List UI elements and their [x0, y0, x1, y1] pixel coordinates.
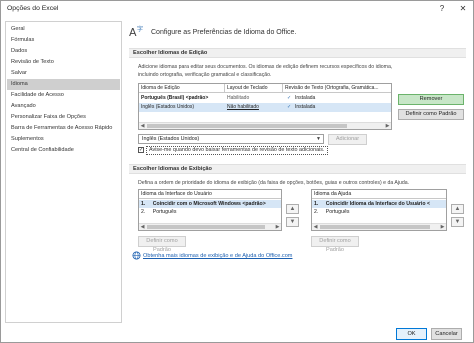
- language-icon: A 字: [129, 25, 143, 39]
- help-list-header: Idioma da Ajuda: [312, 190, 446, 199]
- scroll-right-icon[interactable]: ▶: [384, 123, 391, 129]
- help-move-down-button[interactable]: ▼: [451, 217, 464, 227]
- horizontal-scrollbar[interactable]: ◀ ▶: [312, 223, 446, 230]
- scroll-thumb[interactable]: [320, 225, 430, 229]
- list-item-number: 1.: [314, 201, 319, 207]
- editing-languages-table[interactable]: Idioma de Edição Layout de Teclado Revis…: [138, 83, 392, 130]
- sidebar-item-advanced[interactable]: Avançado: [7, 101, 120, 112]
- help-move-up-button[interactable]: ▲: [451, 204, 464, 214]
- close-button[interactable]: ✕: [455, 2, 471, 16]
- display-section-title: Escolher Idiomas de Exibição: [129, 164, 466, 174]
- proofing-cell: Instalada: [295, 104, 316, 110]
- title-bar: Opções do Excel ? ✕: [1, 1, 473, 18]
- list-item[interactable]: 1. Coincidir com o Microsoft Windows <pa…: [139, 200, 281, 208]
- column-header[interactable]: Revisão de Texto (Ortografia, Gramática.…: [283, 84, 391, 93]
- options-dialog: Opções do Excel ? ✕ Geral Fórmulas Dados…: [0, 0, 474, 343]
- help-button[interactable]: ?: [434, 2, 450, 16]
- editing-section-title: Escolher Idiomas de Edição: [129, 48, 466, 58]
- ui-move-down-button[interactable]: ▼: [286, 217, 299, 227]
- list-item-label: Português: [152, 209, 177, 215]
- proofing-check-icon: ✓: [287, 104, 292, 110]
- help-language-list[interactable]: Idioma da Ajuda 1. Coincidir Idioma da I…: [311, 189, 447, 231]
- ui-move-up-button[interactable]: ▲: [286, 204, 299, 214]
- page-heading: Configure as Preferências de Idioma do O…: [151, 29, 297, 36]
- horizontal-scrollbar[interactable]: ◀ ▶: [139, 223, 281, 230]
- proofing-check-icon: ✓: [287, 95, 292, 101]
- list-item-number: 2.: [314, 209, 319, 215]
- list-item-label: Coincidir com o Microsoft Windows <padrã…: [152, 201, 266, 207]
- scroll-left-icon[interactable]: ◀: [139, 123, 146, 129]
- language-panel: A 字 Configure as Preferências de Idioma …: [125, 21, 470, 323]
- svg-text:字: 字: [137, 25, 143, 33]
- globe-icon: [132, 251, 141, 260]
- window-title: Opções do Excel: [7, 5, 59, 12]
- sidebar-item-accessibility[interactable]: Facilidade de Acesso: [7, 90, 120, 101]
- ok-button[interactable]: OK: [396, 328, 427, 340]
- sidebar-item-trust-center[interactable]: Central de Confiabilidade: [7, 145, 120, 156]
- sidebar-item-proofing[interactable]: Revisão de Texto: [7, 57, 120, 68]
- sidebar: Geral Fórmulas Dados Revisão de Texto Sa…: [5, 21, 122, 323]
- list-item[interactable]: 2. Português: [139, 208, 281, 216]
- svg-text:A: A: [129, 26, 137, 39]
- notify-checkbox-label[interactable]: Avise-me quando devo baixar ferramentas …: [146, 146, 328, 155]
- list-item-label: Português: [325, 209, 350, 215]
- list-item[interactable]: 1. Coincidir Idioma da Interface do Usuá…: [312, 200, 446, 208]
- column-header[interactable]: Layout de Teclado: [225, 84, 283, 93]
- language-cell: Inglês (Estados Unidos): [141, 104, 195, 110]
- list-item[interactable]: 2. Português: [312, 208, 446, 216]
- dialog-footer: OK Cancelar: [1, 324, 473, 343]
- sidebar-item-formulas[interactable]: Fórmulas: [7, 35, 120, 46]
- editing-description: Adicione idiomas para editar seus docume…: [138, 64, 393, 78]
- sidebar-item-customize-ribbon[interactable]: Personalizar Faixa de Opções: [7, 112, 120, 123]
- list-item-number: 1.: [141, 201, 146, 207]
- sidebar-item-language[interactable]: Idioma: [7, 79, 120, 90]
- sidebar-item-quick-access[interactable]: Barra de Ferramentas de Acesso Rápido: [7, 123, 120, 134]
- chevron-down-icon: ▼: [316, 136, 321, 142]
- ui-language-list[interactable]: Idioma da Interface do Usuário 1. Coinci…: [138, 189, 282, 231]
- sidebar-item-addins[interactable]: Suplementos: [7, 134, 120, 145]
- cancel-button[interactable]: Cancelar: [431, 328, 462, 340]
- scroll-thumb[interactable]: [147, 124, 347, 128]
- display-description: Defina a ordem de prioridade do idioma d…: [138, 180, 410, 186]
- add-button[interactable]: Adicionar: [328, 134, 367, 145]
- column-header[interactable]: Idioma de Edição: [139, 84, 225, 93]
- scroll-right-icon[interactable]: ▶: [274, 224, 281, 230]
- ui-list-header: Idioma da Interface do Usuário: [139, 190, 281, 199]
- horizontal-scrollbar[interactable]: ◀ ▶: [139, 122, 391, 129]
- scroll-thumb[interactable]: [147, 225, 265, 229]
- notify-checkbox[interactable]: ✓: [138, 147, 144, 153]
- list-item-number: 2.: [141, 209, 146, 215]
- sidebar-item-save[interactable]: Salvar: [7, 68, 120, 79]
- table-row[interactable]: Inglês (Estados Unidos) Não habilitado ✓…: [139, 103, 391, 112]
- list-item-label: Coincidir Idioma da Interface do Usuário…: [325, 201, 430, 207]
- language-cell: Português (Brasil) <padrão>: [141, 95, 209, 101]
- sidebar-item-data[interactable]: Dados: [7, 46, 120, 57]
- sidebar-item-general[interactable]: Geral: [7, 24, 120, 35]
- set-default-button[interactable]: Definir como Padrão: [398, 109, 464, 120]
- table-header: Idioma de Edição Layout de Teclado Revis…: [139, 84, 391, 93]
- add-language-value: Inglês (Estados Unidos): [142, 136, 200, 142]
- remove-button[interactable]: Remover: [398, 94, 464, 105]
- ui-set-default-button[interactable]: Definir como Padrão: [138, 236, 186, 253]
- table-row[interactable]: Português (Brasil) <padrão> Habilitado ✓…: [139, 94, 391, 103]
- scroll-left-icon[interactable]: ◀: [312, 224, 319, 230]
- get-more-languages-link[interactable]: Obtenha mais idiomas de exibição e de Aj…: [143, 253, 292, 259]
- scroll-right-icon[interactable]: ▶: [439, 224, 446, 230]
- proofing-cell: Instalada: [295, 95, 316, 101]
- add-language-select[interactable]: Inglês (Estados Unidos) ▼: [138, 134, 324, 144]
- scroll-left-icon[interactable]: ◀: [139, 224, 146, 230]
- help-set-default-button[interactable]: Definir como Padrão: [311, 236, 359, 253]
- keyboard-link[interactable]: Não habilitado: [225, 103, 283, 112]
- keyboard-cell: Habilitado: [227, 95, 250, 101]
